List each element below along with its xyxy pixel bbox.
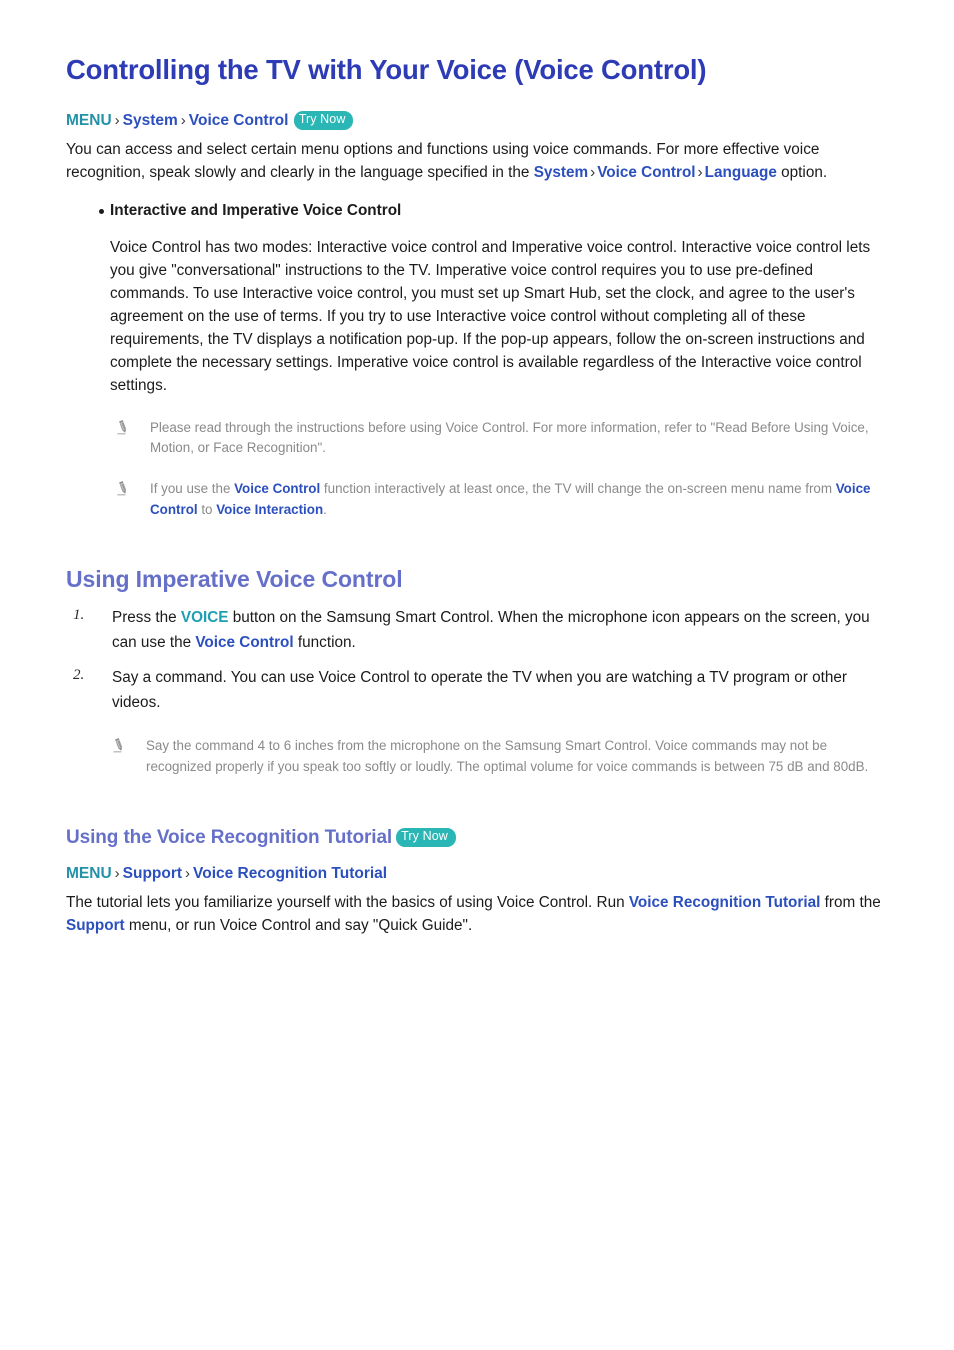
intro-link-language[interactable]: Language (705, 164, 777, 181)
breadcrumb-separator: › (114, 112, 120, 130)
step-text-1: Press the (112, 609, 181, 627)
note-text-1: If you use the (150, 481, 235, 497)
note-item: If you use the Voice Control function in… (110, 479, 894, 521)
note-link-voice-control[interactable]: Voice Control (234, 481, 320, 496)
step-text: Press the VOICE button on the Samsung Sm… (112, 606, 894, 656)
try-now-badge[interactable]: Try Now (396, 828, 456, 847)
breadcrumb-separator: › (180, 112, 186, 130)
breadcrumb-menu[interactable]: MENU (66, 112, 112, 129)
pencil-icon (115, 419, 131, 435)
tutorial-text-1: The tutorial lets you familiarize yourse… (66, 894, 629, 912)
list-item: Interactive and Imperative Voice Control… (66, 200, 894, 521)
breadcrumb-item-support[interactable]: Support (123, 865, 182, 882)
pencil-icon (111, 737, 127, 753)
bullet-list: Interactive and Imperative Voice Control… (66, 200, 894, 521)
step-text-3: function. (293, 634, 356, 652)
breadcrumb-item-voice-control[interactable]: Voice Control (189, 112, 289, 129)
pencil-icon (115, 480, 131, 496)
list-item: 2. Say a command. You can use Voice Cont… (66, 666, 894, 716)
note-text: Please read through the instructions bef… (150, 419, 869, 456)
step-link-voice-button[interactable]: VOICE (181, 609, 229, 626)
step-text: Say a command. You can use Voice Control… (112, 668, 847, 711)
intro-separator: › (697, 163, 703, 181)
note-text-3: to (197, 501, 217, 517)
step-number: 2. (73, 666, 85, 683)
note-item: Please read through the instructions bef… (110, 418, 894, 460)
bullet-paragraph: Voice Control has two modes: Interactive… (110, 239, 871, 394)
note-link-voice-interaction[interactable]: Voice Interaction (216, 502, 323, 517)
intro-separator: › (590, 163, 596, 181)
tutorial-text-2: from the (820, 894, 881, 912)
note-text-2: function interactively at least once, th… (320, 481, 836, 497)
tutorial-text-3: menu, or run Voice Control and say "Quic… (124, 916, 473, 934)
note-text: Say the command 4 to 6 inches from the m… (146, 737, 869, 774)
steps-list: 1. Press the VOICE button on the Samsung… (66, 606, 894, 716)
intro-text-2: option. (776, 163, 828, 181)
page-title: Controlling the TV with Your Voice (Voic… (66, 54, 707, 85)
breadcrumb-item-system[interactable]: System (123, 112, 178, 129)
step-number: 1. (73, 607, 85, 624)
step-link-voice-control[interactable]: Voice Control (195, 634, 293, 651)
list-item: 1. Press the VOICE button on the Samsung… (66, 606, 894, 656)
breadcrumb: MENU › Support › Voice Recognition Tutorial (66, 864, 894, 885)
breadcrumb-separator: › (114, 865, 120, 883)
intro-paragraph: You can access and select certain menu o… (66, 139, 894, 184)
section-heading-tutorial-label: Using the Voice Recognition Tutorial (66, 827, 393, 849)
breadcrumb-item-voice-recognition-tutorial[interactable]: Voice Recognition Tutorial (193, 865, 387, 882)
tutorial-link-voice-recognition-tutorial[interactable]: Voice Recognition Tutorial (629, 894, 821, 911)
section-heading-imperative: Using Imperative Voice Control (66, 565, 403, 592)
intro-link-voice-control[interactable]: Voice Control (597, 164, 695, 181)
breadcrumb-separator: › (185, 865, 191, 883)
try-now-badge[interactable]: Try Now (293, 111, 354, 130)
tutorial-paragraph: The tutorial lets you familiarize yourse… (66, 892, 894, 937)
bullet-heading: Interactive and Imperative Voice Control (110, 202, 402, 220)
intro-link-system[interactable]: System (534, 164, 588, 181)
breadcrumb: MENU › System › Voice Control Try Now (66, 111, 894, 132)
note-item: Say the command 4 to 6 inches from the m… (106, 736, 894, 778)
note-text: If you use the Voice Control function in… (150, 479, 894, 521)
document-page: Controlling the TV with Your Voice (Voic… (0, 0, 954, 1350)
breadcrumb-menu[interactable]: MENU (66, 865, 112, 882)
section-heading-tutorial: Using the Voice Recognition Tutorial Try … (66, 827, 894, 850)
note-text-4: . (323, 501, 327, 517)
tutorial-link-support[interactable]: Support (66, 917, 125, 934)
